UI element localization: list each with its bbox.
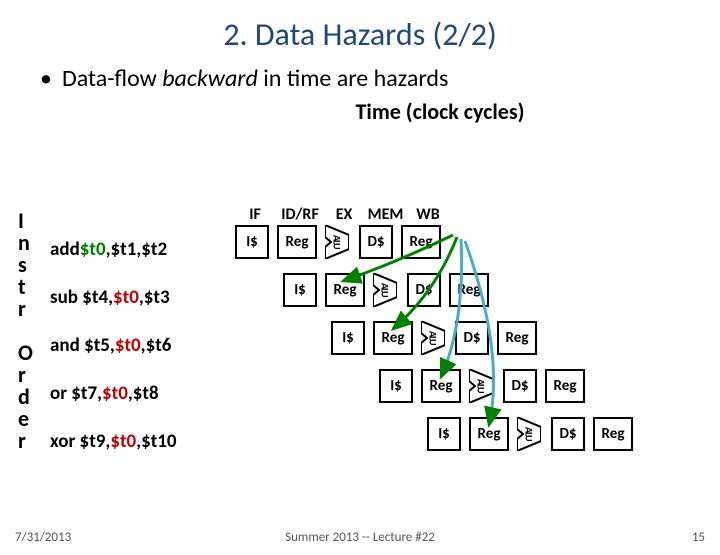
mem-box: D$ [407,273,441,307]
reg-box: Reg [277,225,317,259]
pipeline-row: I$RegALUD$Reg [331,319,537,357]
wb-box: Reg [497,321,537,355]
instruction-row: and $t5,$t0,$t6 [50,321,177,369]
time-axis-label: Time (clock cycles) [160,98,720,125]
pipeline-row: I$RegALUD$Reg [235,223,441,261]
alu-box: ALU [469,369,493,403]
stage-header: IF [235,205,275,224]
bullet-dot: • [40,64,52,93]
instruction-row: xor $t9,$t0,$t10 [50,417,177,465]
bullet-text: •Data-flow backward in time are hazards [40,64,720,93]
instruction-list: add $t0,$t1,$t2sub $t4,$t0,$t3and $t5,$t… [50,225,177,465]
stage-header: MEM [363,205,408,224]
reg-box: Reg [373,321,413,355]
alu-box: ALU [421,321,445,355]
reg-box: Reg [325,273,365,307]
pipeline-row: I$RegALUD$Reg [379,367,585,405]
if-box: I$ [283,273,317,307]
side-label: Instr Order [18,210,33,452]
stage-header: ID/RF [275,205,325,224]
instruction-row: sub $t4,$t0,$t3 [50,273,177,321]
pipeline-row: I$RegALUD$Reg [427,415,633,453]
mem-box: D$ [359,225,393,259]
mem-box: D$ [455,321,489,355]
reg-box: Reg [421,369,461,403]
wb-box: Reg [449,273,489,307]
mem-box: D$ [551,417,585,451]
if-box: I$ [379,369,413,403]
stage-header: WB [408,205,448,224]
stage-headers: IFID/RFEXMEMWB [235,205,448,224]
footer-title: Summer 2013 -- Lecture #22 [0,530,720,545]
stage-header: EX [325,205,363,224]
footer-page: 15 [692,530,705,545]
wb-box: Reg [545,369,585,403]
alu-box: ALU [325,225,349,259]
if-box: I$ [331,321,365,355]
alu-box: ALU [373,273,397,307]
reg-box: Reg [469,417,509,451]
instruction-row: or $t7,$t0,$t8 [50,369,177,417]
pipeline-row: I$RegALUD$Reg [283,271,489,309]
if-box: I$ [427,417,461,451]
instruction-row: add $t0,$t1,$t2 [50,225,177,273]
if-box: I$ [235,225,269,259]
page-title: 2. Data Hazards (2/2) [0,15,720,54]
wb-box: Reg [593,417,633,451]
wb-box: Reg [401,225,441,259]
side-label-char: r [18,430,33,452]
mem-box: D$ [503,369,537,403]
alu-box: ALU [517,417,541,451]
